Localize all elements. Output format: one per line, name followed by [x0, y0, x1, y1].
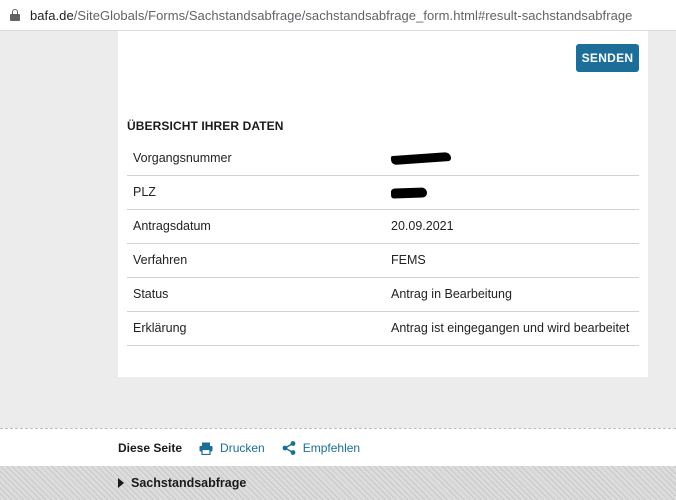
- send-button[interactable]: SENDEN: [576, 44, 639, 72]
- data-table: Vorgangsnummer PLZ Antragsdatum 20.09.20…: [127, 141, 639, 346]
- result-panel: SENDEN ÜBERSICHT IHRER DATEN Vorgangsnum…: [118, 31, 648, 377]
- print-label: Drucken: [220, 441, 265, 455]
- redaction-mark: [390, 187, 428, 199]
- breadcrumb-label: Sachstandsabfrage: [131, 476, 247, 490]
- url-domain: bafa.de: [30, 7, 74, 23]
- table-row: Antragsdatum 20.09.2021: [127, 209, 639, 243]
- page-tools-label: Diese Seite: [118, 441, 183, 455]
- row-label: Vorgangsnummer: [133, 150, 232, 165]
- row-value: Antrag in Bearbeitung: [391, 287, 512, 301]
- section-title: ÜBERSICHT IHRER DATEN: [127, 119, 284, 133]
- breadcrumb-bar: Sachstandsabfrage: [0, 466, 676, 500]
- printer-icon: [199, 442, 213, 455]
- browser-address-bar[interactable]: bafa.de/SiteGlobals/Forms/Sachstandsabfr…: [0, 0, 676, 31]
- row-value: FEMS: [391, 253, 426, 267]
- breadcrumb-item[interactable]: Sachstandsabfrage: [118, 466, 246, 500]
- table-row: Verfahren FEMS: [127, 243, 639, 277]
- url-text[interactable]: bafa.de/SiteGlobals/Forms/Sachstandsabfr…: [30, 8, 632, 23]
- row-label: Verfahren: [133, 253, 188, 267]
- row-value: 20.09.2021: [391, 219, 454, 233]
- row-value-redacted: [383, 175, 639, 209]
- table-row: Erklärung Antrag ist eingegangen und wir…: [127, 311, 639, 345]
- redaction-mark: [390, 151, 452, 166]
- print-link[interactable]: Drucken: [199, 441, 265, 455]
- row-value-redacted: [383, 141, 639, 175]
- table-row: Status Antrag in Bearbeitung: [127, 277, 639, 311]
- row-label: Antragsdatum: [133, 219, 211, 233]
- table-row: PLZ: [127, 175, 639, 209]
- share-icon: [282, 441, 296, 455]
- row-label: Status: [133, 287, 169, 301]
- page-tools-bar: Diese Seite Drucken Empfehlen: [0, 428, 676, 466]
- caret-right-icon: [118, 478, 124, 488]
- row-value: Antrag ist eingegangen und wird bearbeit…: [391, 321, 630, 335]
- recommend-link[interactable]: Empfehlen: [282, 441, 360, 455]
- recommend-label: Empfehlen: [302, 441, 361, 455]
- table-row: Vorgangsnummer: [127, 141, 639, 175]
- lock-icon[interactable]: [10, 9, 20, 21]
- row-label: PLZ: [133, 185, 156, 199]
- url-path: /SiteGlobals/Forms/Sachstandsabfrage/sac…: [73, 7, 633, 23]
- row-label: Erklärung: [133, 321, 187, 335]
